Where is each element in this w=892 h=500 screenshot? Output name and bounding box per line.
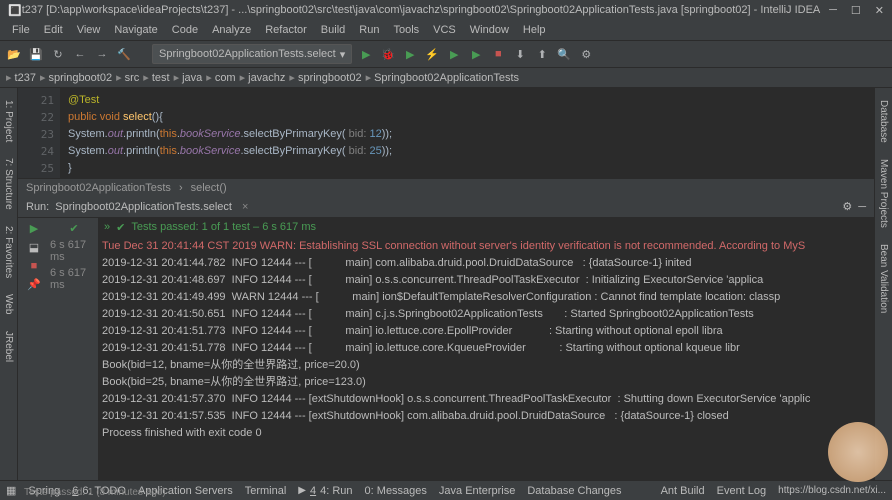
test-time1: 6 s 617 ms (50, 239, 98, 263)
toolwindow-tab[interactable]: 7: Structure (1, 154, 16, 214)
menu-file[interactable]: File (6, 22, 36, 38)
build-icon[interactable]: 🔨 (116, 46, 132, 62)
tests-passed-label: Tests passed: 1 of 1 test – 6 s 617 ms (131, 221, 316, 233)
structure-breadcrumb: Springboot02ApplicationTests › select() (18, 178, 874, 196)
menu-vcs[interactable]: VCS (427, 22, 462, 38)
save-icon[interactable]: 💾 (28, 46, 44, 62)
minimize-tool-icon[interactable]: ─ (858, 201, 866, 213)
toolwindow-tab[interactable]: 1: Project (1, 96, 16, 146)
coverage-icon[interactable]: ▶ (402, 46, 418, 62)
window-titlebar: 🔳 t237 [D:\app\workspace\ideaProjects\t2… (0, 0, 892, 20)
menu-build[interactable]: Build (315, 22, 351, 38)
navigation-breadcrumb: ▸ t237 ▸ springboot02 ▸ src ▸ test ▸ java▸ c… (0, 68, 892, 88)
sb-messages[interactable]: 0: Messages (365, 485, 427, 497)
toolwindow-tab[interactable]: 2: Favorites (1, 222, 16, 282)
main-toolbar: 📂 💾 ↻ ← → 🔨 Springboot02ApplicationTests… (0, 40, 892, 68)
code-editor[interactable]: 2122232425 @Test public void select(){ S… (18, 88, 874, 178)
breadcrumb-item[interactable]: ▸ t237 (6, 71, 36, 84)
forward-icon[interactable]: → (94, 46, 110, 62)
window-title: t237 [D:\app\workspace\ideaProjects\t237… (22, 4, 829, 16)
sb-run[interactable]: ▶ 44: Run (298, 485, 352, 497)
sync-icon[interactable]: ↻ (50, 46, 66, 62)
sb-javaee[interactable]: Java Enterprise (439, 485, 515, 497)
breadcrumb-item[interactable]: ▸ test (143, 71, 169, 84)
chevron-icon[interactable]: » (104, 221, 110, 233)
pin-icon[interactable]: 📌 (27, 278, 41, 291)
main-menu: FileEditViewNavigateCodeAnalyzeRefactorB… (0, 20, 892, 40)
debug-icon[interactable]: 🐞 (380, 46, 396, 62)
toggle-icon[interactable]: ⬓ (29, 241, 39, 254)
menu-refactor[interactable]: Refactor (259, 22, 313, 38)
close-tab-icon[interactable]: × (242, 201, 248, 213)
left-toolwindow-bar: 1: Project 7: Structure 2: Favorites Web JRe… (0, 88, 18, 480)
sb-antbuild[interactable]: Ant Build (661, 485, 705, 497)
menu-help[interactable]: Help (517, 22, 552, 38)
sb-terminal[interactable]: Terminal (245, 485, 287, 497)
test-status-bar: » ✔ Tests passed: 1 of 1 test – 6 s 617 … (98, 218, 874, 236)
vcs-commit-icon[interactable]: ⬆ (534, 46, 550, 62)
test-pass-icon[interactable]: ✔ (69, 222, 78, 235)
stop2-icon[interactable]: ■ (31, 260, 38, 272)
line-gutter: 2122232425 (18, 88, 60, 178)
profile-icon[interactable]: ⚡ (424, 46, 440, 62)
rerun-icon[interactable]: ▶ (30, 222, 38, 235)
run-icon[interactable]: ▶ (358, 46, 374, 62)
breadcrumb-item[interactable]: ▸ springboot02 (40, 71, 112, 84)
dropdown-icon: ▾ (340, 48, 346, 61)
toolwindow-tab[interactable]: Web (1, 290, 16, 318)
crumb-method[interactable]: select() (191, 182, 227, 194)
menu-tools[interactable]: Tools (387, 22, 425, 38)
sb-eventlog[interactable]: Event Log (717, 485, 767, 497)
sb-blog: https://blog.csdn.net/xi... (778, 485, 886, 496)
right-toolwindow-bar: Database Maven Projects Bean Validation (874, 88, 892, 480)
breadcrumb-item[interactable]: ▸ src (116, 71, 139, 84)
sb-dbchanges[interactable]: Database Changes (527, 485, 621, 497)
run-label: Run: (26, 201, 49, 213)
console-output[interactable]: Tue Dec 31 20:41:44 CST 2019 WARN: Estab… (98, 236, 874, 480)
search-icon[interactable]: 🔍 (556, 46, 572, 62)
close-button[interactable]: ✕ (875, 4, 884, 17)
vcs-update-icon[interactable]: ⬇ (512, 46, 528, 62)
crumb-class[interactable]: Springboot02ApplicationTests (26, 182, 171, 194)
test-tree-sidebar: ✔ 6 s 617 ms 6 s 617 ms (50, 218, 98, 480)
open-icon[interactable]: 📂 (6, 46, 22, 62)
status-icon[interactable]: ▦ (6, 484, 16, 497)
toolwindow-tab[interactable]: JRebel (1, 327, 16, 366)
run-toolwindow: Run: Springboot02ApplicationTests.select… (18, 196, 874, 480)
breadcrumb-item[interactable]: ▸ java (174, 71, 203, 84)
status-message: Tests passed: 1 (8 minutes ago) (24, 487, 166, 498)
run-config-name: Springboot02ApplicationTests.select (55, 201, 232, 213)
toolwindow-tab[interactable]: Maven Projects (876, 155, 891, 232)
breadcrumb-item[interactable]: ▸ Springboot02ApplicationTests (366, 71, 519, 84)
stop-icon[interactable]: ■ (490, 46, 506, 62)
toolwindow-tab[interactable]: Database (876, 96, 891, 147)
run-actions-sidebar: ▶ ⬓ ■ 📌 (18, 218, 50, 480)
menu-navigate[interactable]: Navigate (108, 22, 163, 38)
check-icon: ✔ (116, 221, 125, 234)
breadcrumb-item[interactable]: ▸ com (206, 71, 235, 84)
toolwindow-tab[interactable]: Bean Validation (876, 240, 891, 317)
mascot-icon (828, 422, 888, 482)
run-config-label: Springboot02ApplicationTests.select (159, 48, 336, 60)
app-icon: 🔳 (8, 4, 22, 17)
menu-window[interactable]: Window (464, 22, 515, 38)
gear-icon[interactable]: ⚙ (842, 200, 852, 213)
menu-analyze[interactable]: Analyze (206, 22, 257, 38)
menu-edit[interactable]: Edit (38, 22, 69, 38)
maximize-button[interactable]: ☐ (851, 4, 861, 17)
test-time2: 6 s 617 ms (50, 267, 98, 291)
minimize-button[interactable]: ─ (829, 4, 837, 17)
jrebel-debug-icon[interactable]: ▶ (468, 46, 484, 62)
menu-view[interactable]: View (71, 22, 107, 38)
run-header: Run: Springboot02ApplicationTests.select… (18, 196, 874, 218)
code-area[interactable]: @Test public void select(){ System.out.p… (60, 88, 874, 178)
breadcrumb-item[interactable]: ▸ javachz (240, 71, 286, 84)
back-icon[interactable]: ← (72, 46, 88, 62)
menu-code[interactable]: Code (166, 22, 204, 38)
jrebel-run-icon[interactable]: ▶ (446, 46, 462, 62)
run-config-selector[interactable]: Springboot02ApplicationTests.select ▾ (152, 44, 352, 64)
menu-run[interactable]: Run (353, 22, 385, 38)
breadcrumb-item[interactable]: ▸ springboot02 (289, 71, 361, 84)
settings-icon[interactable]: ⚙ (578, 46, 594, 62)
